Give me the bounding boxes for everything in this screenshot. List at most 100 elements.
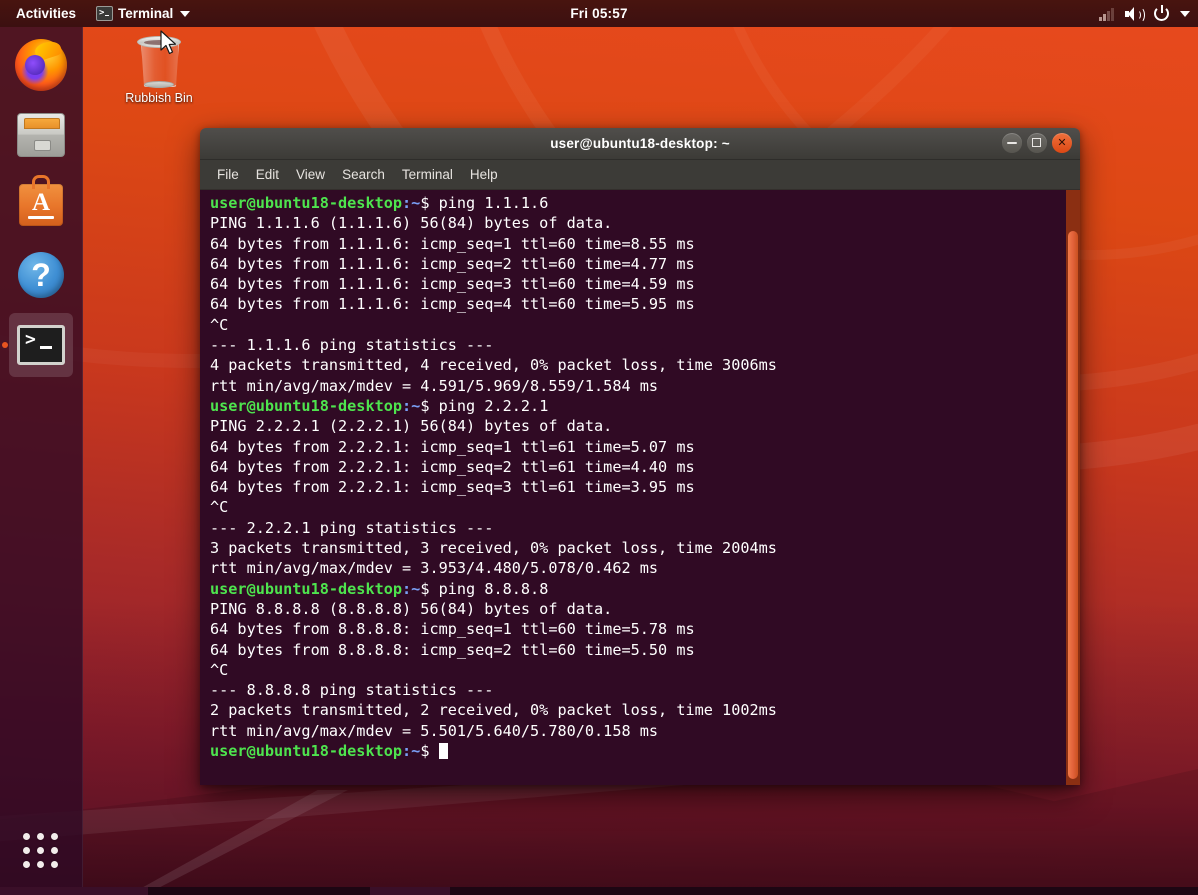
terminal-prompt-line: user@ubuntu18-desktop:~$ [210,741,1058,761]
power-icon [1154,6,1169,21]
terminal-output-text: rtt min/avg/max/mdev = 3.953/4.480/5.078… [210,559,658,577]
terminal-titlebar[interactable]: user@ubuntu18-desktop: ~ ✕ [200,128,1080,160]
close-icon[interactable]: ✕ [1052,133,1072,153]
top-bar: Activities Terminal Fri 05:57 [0,0,1198,27]
terminal-output-text: 3 packets transmitted, 3 received, 0% pa… [210,539,777,557]
terminal-output-line: 64 bytes from 1.1.1.6: icmp_seq=1 ttl=60… [210,234,1058,254]
terminal-output-text: rtt min/avg/max/mdev = 5.501/5.640/5.780… [210,722,658,740]
terminal-text: user@ubuntu18-desktop:~$ ping 1.1.1.6PIN… [210,193,1058,761]
dock-item-ubuntu-software[interactable]: A [9,173,73,237]
terminal-output-text: 4 packets transmitted, 4 received, 0% pa… [210,356,777,374]
terminal-output-line: 64 bytes from 1.1.1.6: icmp_seq=2 ttl=60… [210,254,1058,274]
menu-item-search[interactable]: Search [342,167,385,182]
chevron-down-icon [1180,11,1190,17]
terminal-title: user@ubuntu18-desktop: ~ [550,136,730,151]
terminal-prompt-line: user@ubuntu18-desktop:~$ ping 8.8.8.8 [210,579,1058,599]
dock-item-files[interactable] [9,103,73,167]
system-indicators[interactable] [1099,6,1190,22]
terminal-output-line: 2 packets transmitted, 2 received, 0% pa… [210,700,1058,720]
dock-item-help[interactable] [9,243,73,307]
terminal-prompt-sigil: $ [420,397,438,415]
terminal-output-text: 2 packets transmitted, 2 received, 0% pa… [210,701,777,719]
terminal-scrollbar-thumb[interactable] [1068,231,1078,779]
terminal-output-text: 64 bytes from 8.8.8.8: icmp_seq=2 ttl=60… [210,641,695,659]
terminal-prompt-line: user@ubuntu18-desktop:~$ ping 1.1.1.6 [210,193,1058,213]
terminal-output-line: --- 8.8.8.8 ping statistics --- [210,680,1058,700]
desktop-screen: Activities Terminal Fri 05:57 [0,0,1198,895]
terminal-command: ping 8.8.8.8 [439,580,549,598]
clock-label: Fri 05:57 [570,6,627,21]
terminal-prompt-sigil: $ [420,580,438,598]
dock-item-firefox[interactable] [9,33,73,97]
terminal-output-area[interactable]: user@ubuntu18-desktop:~$ ping 1.1.1.6PIN… [200,190,1080,785]
terminal-output-text: 64 bytes from 2.2.2.1: icmp_seq=1 ttl=61… [210,438,695,456]
launcher-dock: A > [0,27,83,895]
terminal-cursor [439,743,448,759]
desktop-icon-rubbish-bin[interactable]: Rubbish Bin [113,32,205,105]
terminal-command: ping 2.2.2.1 [439,397,549,415]
terminal-output-line: ^C [210,315,1058,335]
minimize-icon[interactable] [1002,133,1022,153]
help-icon [18,252,64,298]
terminal-prompt-line: user@ubuntu18-desktop:~$ ping 2.2.2.1 [210,396,1058,416]
terminal-output-line: rtt min/avg/max/mdev = 4.591/5.969/8.559… [210,376,1058,396]
terminal-output-text: 64 bytes from 1.1.1.6: icmp_seq=4 ttl=60… [210,295,695,313]
terminal-output-line: PING 2.2.2.1 (2.2.2.1) 56(84) bytes of d… [210,416,1058,436]
menu-item-help[interactable]: Help [470,167,498,182]
terminal-output-line: 64 bytes from 8.8.8.8: icmp_seq=1 ttl=60… [210,619,1058,639]
clock-button[interactable]: Fri 05:57 [0,6,1198,21]
maximize-icon[interactable] [1027,133,1047,153]
terminal-output-line: ^C [210,497,1058,517]
network-icon [1099,7,1114,21]
terminal-output-line: 64 bytes from 2.2.2.1: icmp_seq=3 ttl=61… [210,477,1058,497]
terminal-output-text: --- 8.8.8.8 ping statistics --- [210,681,493,699]
menu-item-terminal[interactable]: Terminal [402,167,453,182]
terminal-window[interactable]: user@ubuntu18-desktop: ~ ✕ File Edit Vie… [200,128,1080,785]
terminal-output-line: rtt min/avg/max/mdev = 3.953/4.480/5.078… [210,558,1058,578]
terminal-output-line: --- 1.1.1.6 ping statistics --- [210,335,1058,355]
terminal-output-text: 64 bytes from 1.1.1.6: icmp_seq=2 ttl=60… [210,255,695,273]
terminal-output-text: PING 8.8.8.8 (8.8.8.8) 56(84) bytes of d… [210,600,612,618]
terminal-prompt-user: user@ubuntu18-desktop [210,580,402,598]
terminal-icon: > [17,325,65,365]
dock-item-terminal[interactable]: > [9,313,73,377]
terminal-output-line: --- 2.2.2.1 ping statistics --- [210,518,1058,538]
terminal-prompt-user: user@ubuntu18-desktop [210,194,402,212]
terminal-output-text: PING 1.1.1.6 (1.1.1.6) 56(84) bytes of d… [210,214,612,232]
terminal-prompt-path: :~ [402,580,420,598]
rubbish-bin-icon [136,32,182,88]
terminal-output-text: ^C [210,316,228,334]
terminal-scrollbar[interactable] [1066,190,1080,785]
terminal-output-line: 64 bytes from 2.2.2.1: icmp_seq=2 ttl=61… [210,457,1058,477]
terminal-output-text: 64 bytes from 1.1.1.6: icmp_seq=1 ttl=60… [210,235,695,253]
terminal-output-line: 3 packets transmitted, 3 received, 0% pa… [210,538,1058,558]
terminal-prompt-user: user@ubuntu18-desktop [210,742,402,760]
terminal-output-text: --- 1.1.1.6 ping statistics --- [210,336,493,354]
menu-item-file[interactable]: File [217,167,239,182]
terminal-output-line: PING 1.1.1.6 (1.1.1.6) 56(84) bytes of d… [210,213,1058,233]
menu-item-edit[interactable]: Edit [256,167,279,182]
terminal-prompt-sigil: $ [420,742,438,760]
ubuntu-software-icon: A [19,184,63,226]
terminal-output-text: ^C [210,661,228,679]
files-icon [17,113,65,157]
show-applications-button[interactable] [17,827,65,875]
terminal-prompt-user: user@ubuntu18-desktop [210,397,402,415]
terminal-output-text: 64 bytes from 1.1.1.6: icmp_seq=3 ttl=60… [210,275,695,293]
terminal-output-text: 64 bytes from 8.8.8.8: icmp_seq=1 ttl=60… [210,620,695,638]
desktop-icon-label: Rubbish Bin [113,91,205,105]
terminal-output-line: ^C [210,660,1058,680]
terminal-prompt-path: :~ [402,397,420,415]
terminal-output-line: rtt min/avg/max/mdev = 5.501/5.640/5.780… [210,721,1058,741]
terminal-menubar: File Edit View Search Terminal Help [200,160,1080,190]
firefox-icon [15,39,67,91]
terminal-prompt-path: :~ [402,742,420,760]
terminal-output-line: PING 8.8.8.8 (8.8.8.8) 56(84) bytes of d… [210,599,1058,619]
terminal-output-line: 64 bytes from 1.1.1.6: icmp_seq=3 ttl=60… [210,274,1058,294]
terminal-output-line: 4 packets transmitted, 4 received, 0% pa… [210,355,1058,375]
menu-item-view[interactable]: View [296,167,325,182]
terminal-output-text: rtt min/avg/max/mdev = 4.591/5.969/8.559… [210,377,658,395]
terminal-output-text: 64 bytes from 2.2.2.1: icmp_seq=3 ttl=61… [210,478,695,496]
terminal-output-line: 64 bytes from 8.8.8.8: icmp_seq=2 ttl=60… [210,640,1058,660]
terminal-prompt-sigil: $ [420,194,438,212]
